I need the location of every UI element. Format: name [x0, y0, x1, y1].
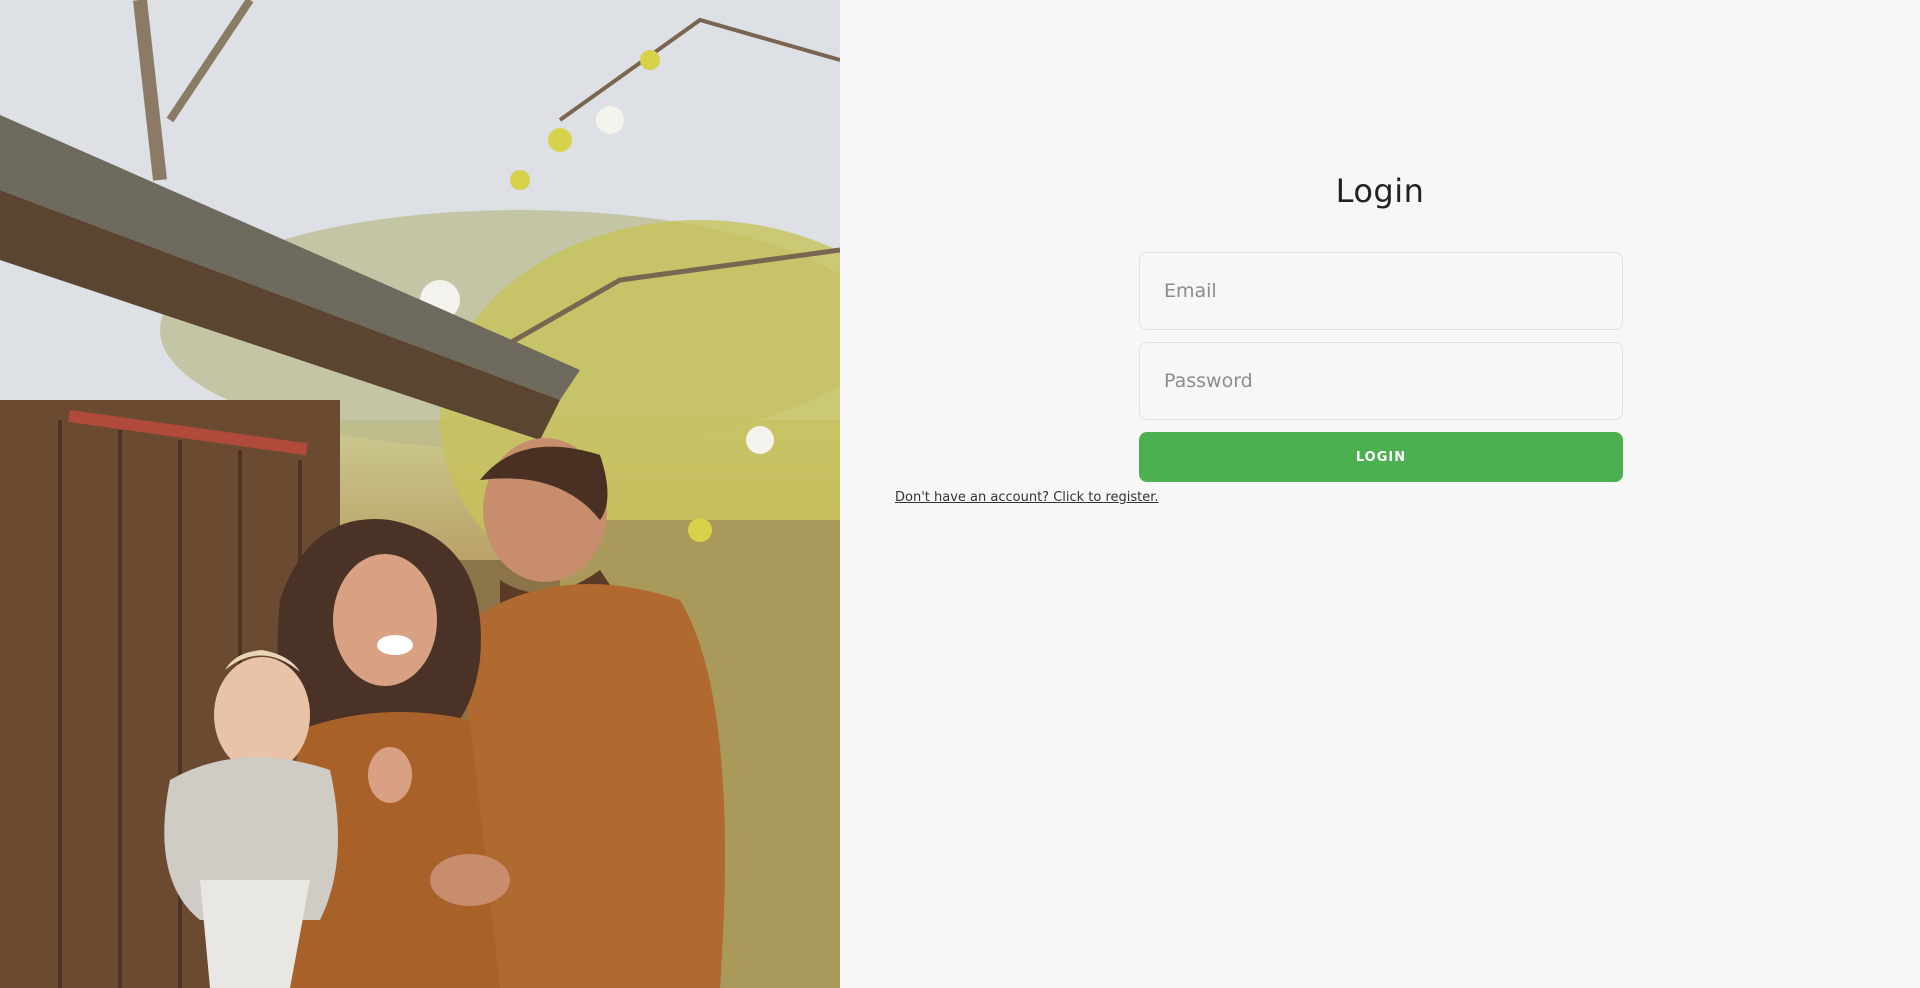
password-field[interactable] — [1139, 342, 1623, 420]
hero-photo — [0, 0, 840, 988]
email-field[interactable] — [1139, 252, 1623, 330]
login-title: Login — [1335, 172, 1425, 210]
family-photo-illustration — [0, 0, 840, 988]
register-link[interactable]: Don't have an account? Click to register… — [895, 490, 1159, 505]
login-button[interactable]: LOGIN — [1139, 432, 1623, 482]
login-page: Login LOGIN Don't have an account? Click… — [0, 0, 1920, 988]
login-panel: Login LOGIN Don't have an account? Click… — [840, 0, 1920, 988]
